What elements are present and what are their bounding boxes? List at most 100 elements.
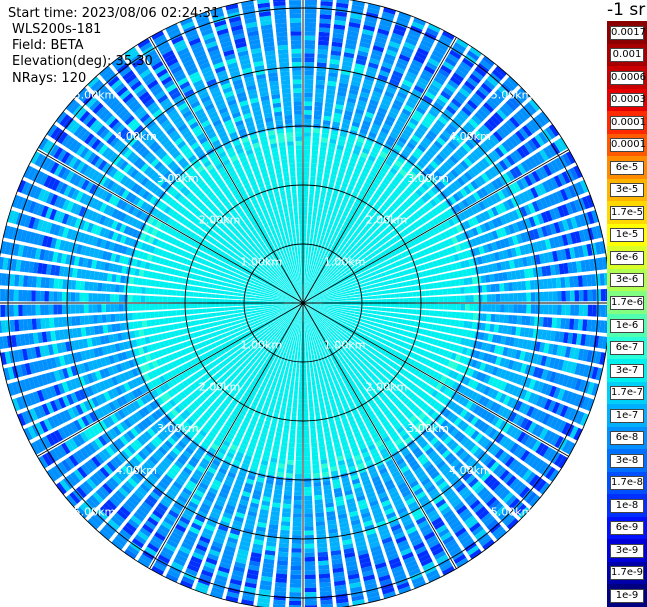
ray-gate	[276, 471, 285, 478]
ray-gate	[306, 364, 310, 369]
ray-gate	[316, 419, 322, 425]
ray-gate	[308, 350, 311, 356]
ray-gate	[342, 300, 347, 303]
ray-gate	[303, 145, 311, 150]
ray-gate	[303, 246, 306, 251]
ray-gate	[303, 377, 307, 382]
ray-gate	[297, 333, 300, 338]
ray-gate	[297, 425, 303, 431]
ray-gate	[318, 159, 325, 165]
ray-gate	[320, 410, 327, 416]
ray-gate	[388, 317, 394, 322]
ray-gate	[333, 299, 339, 302]
ray-gate	[390, 298, 396, 303]
ray-gate	[293, 500, 302, 505]
ray-gate	[283, 361, 287, 367]
ray-gate	[314, 499, 323, 505]
ray-gate	[578, 304, 584, 316]
ray-gate	[320, 300, 325, 302]
ray-gate	[310, 438, 317, 444]
ray-gate	[303, 210, 308, 216]
ray-gate	[596, 289, 602, 302]
ray-gate	[353, 288, 359, 292]
ray-gate	[398, 308, 404, 313]
ray-gate	[304, 324, 306, 330]
ray-gate	[310, 233, 314, 239]
ray-gate	[350, 308, 356, 311]
ray-gate	[432, 282, 439, 289]
ray-gate	[318, 225, 323, 231]
ray-gate	[304, 473, 312, 479]
ray-gate	[281, 365, 286, 371]
ray-gate	[314, 406, 320, 412]
ray-gate	[307, 346, 311, 351]
ray-gate	[304, 578, 316, 584]
ray-gate	[288, 446, 295, 452]
ray-gate	[304, 18, 317, 23]
ray-gate	[412, 309, 417, 315]
ray-gate	[323, 204, 329, 210]
ray-gate	[456, 295, 461, 303]
ray-gate	[315, 512, 325, 518]
ray-gate	[315, 252, 319, 258]
ray-gate	[438, 296, 444, 303]
ray-gate	[295, 460, 303, 466]
ray-gate	[552, 291, 558, 302]
ray-gate	[316, 362, 320, 368]
ray-gate	[551, 317, 557, 329]
ray-gate	[314, 229, 319, 235]
ray-gate	[277, 423, 284, 429]
ray-gate	[412, 303, 417, 309]
ray-gate	[308, 250, 311, 256]
ray-gate	[481, 313, 487, 322]
ray-gate	[279, 410, 286, 416]
ray-gate	[561, 290, 566, 302]
ray-gate	[315, 380, 320, 386]
ray-gate	[397, 282, 403, 288]
ray-gate	[323, 396, 329, 402]
ray-gate	[291, 552, 302, 558]
ray-gate	[412, 291, 417, 297]
ray-gate	[364, 323, 370, 328]
ray-gate	[561, 304, 566, 316]
ray-gate	[398, 287, 404, 293]
ray-gate	[303, 338, 305, 343]
ray-gate	[303, 197, 308, 203]
ray-gate	[320, 217, 326, 223]
ray-gate	[310, 429, 316, 435]
ray-gate	[338, 301, 343, 303]
ray-gate	[306, 263, 309, 269]
ray-gate	[294, 341, 297, 347]
ray-gate	[292, 367, 296, 373]
ray-gate	[281, 441, 288, 447]
ray-gate	[303, 408, 309, 413]
ray-gate	[293, 398, 298, 404]
ray-gate	[290, 420, 297, 426]
ray-gate	[287, 455, 295, 461]
ray-gate	[319, 22, 331, 29]
ray-gate	[287, 460, 294, 465]
ray-gate	[428, 317, 434, 323]
ray-gate	[311, 446, 318, 452]
ray-gate	[295, 456, 303, 461]
ray-gate	[317, 393, 323, 399]
ray-gate	[582, 274, 588, 287]
ray-gate	[325, 232, 330, 238]
ray-gate	[565, 304, 571, 316]
ray-gate	[552, 304, 558, 315]
ray-gate	[315, 189, 321, 195]
ray-gate	[323, 173, 330, 179]
ray-gate	[303, 368, 307, 374]
ray-gate	[318, 40, 329, 46]
ray-gate	[337, 306, 343, 309]
ray-gate	[315, 521, 326, 527]
ray-gate	[301, 338, 303, 343]
ray-gate	[341, 296, 347, 299]
ray-gate	[364, 296, 369, 300]
ray-gate	[319, 577, 331, 584]
ray-gate	[408, 297, 413, 303]
ray-gate	[434, 296, 439, 303]
ray-gate	[310, 228, 315, 234]
ray-gate	[578, 290, 584, 302]
ray-gate	[296, 443, 303, 448]
